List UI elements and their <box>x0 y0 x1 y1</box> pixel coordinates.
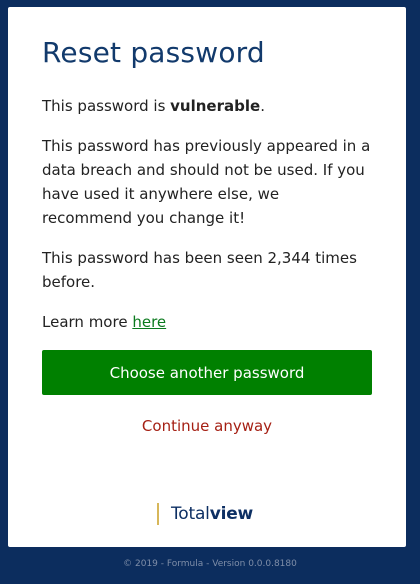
status-emphasis: vulnerable <box>170 97 261 115</box>
status-prefix: This password is <box>42 97 171 115</box>
learn-more-link[interactable]: here <box>132 313 166 331</box>
continue-anyway-link[interactable]: Continue anyway <box>42 415 372 437</box>
page-title: Reset password <box>42 36 265 69</box>
reset-password-card: Reset password This password is vulnerab… <box>8 7 406 547</box>
status-suffix: . <box>260 97 265 115</box>
seen-count-message: This password has been seen 2,344 times … <box>42 249 357 291</box>
learn-more: Learn more here <box>42 310 372 334</box>
logo-part-view: view <box>209 504 254 524</box>
logo-accent-bar <box>157 503 159 525</box>
totalview-logo: Totalview <box>157 503 253 525</box>
status-message: This password is vulnerable. <box>42 94 372 118</box>
learn-more-prefix: Learn more <box>42 313 133 331</box>
footer-version: © 2019 - Formula - Version 0.0.0.8180 <box>123 559 297 569</box>
logo-text: Totalview <box>171 503 253 525</box>
logo-part-total: Total <box>171 504 210 524</box>
choose-another-password-button[interactable]: Choose another password <box>42 350 372 395</box>
breach-message: This password has previously appeared in… <box>42 137 371 227</box>
